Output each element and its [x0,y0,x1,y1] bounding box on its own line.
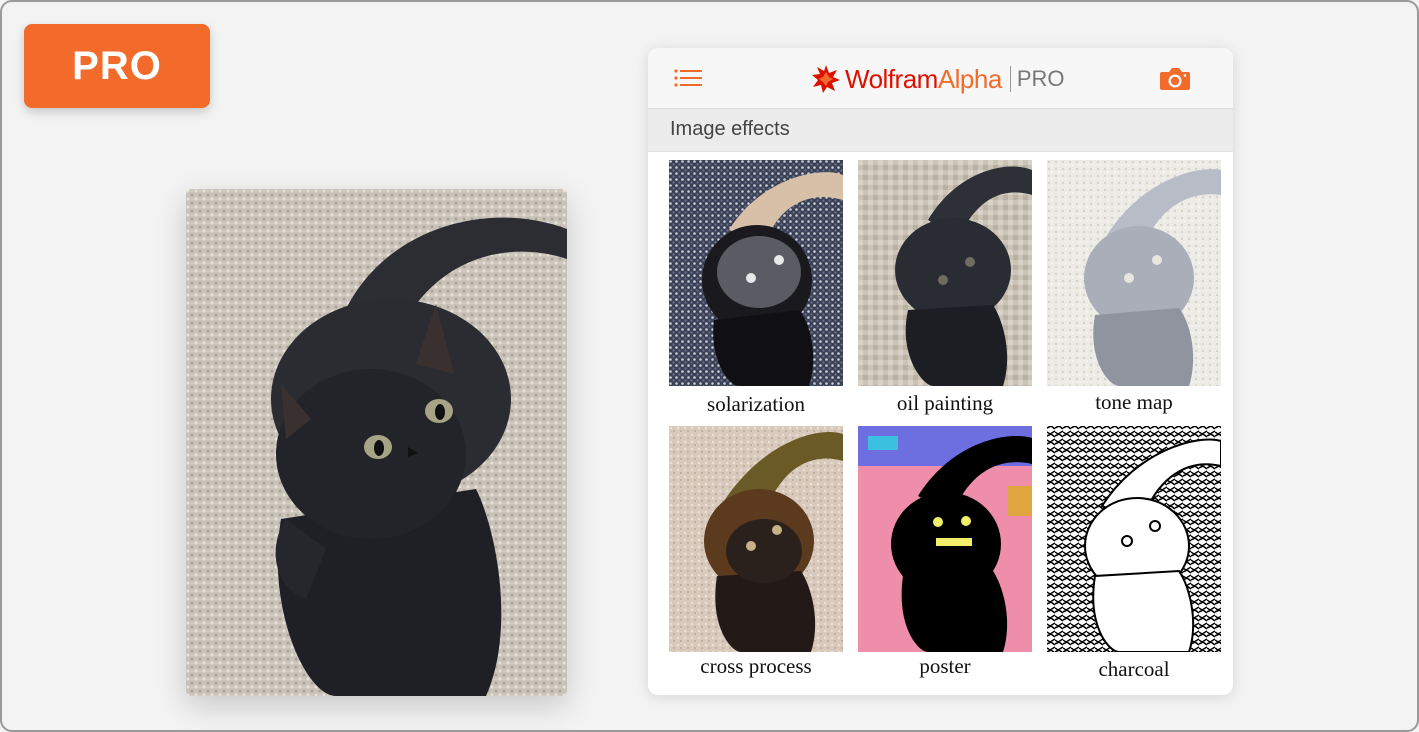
effect-label-tone-map: tone map [1095,390,1173,414]
effect-label-poster: poster [919,654,971,678]
effect-thumbnail-poster[interactable] [858,426,1032,652]
app-header: WolframAlpha PRO [648,48,1233,109]
pro-badge-label: PRO [72,43,162,88]
logo-divider [1009,66,1011,92]
menu-icon[interactable] [674,68,704,88]
logo-word-wolfram: Wolfram [845,63,938,94]
effect-label-solarization: solarization [707,392,805,416]
section-header: Image effects [648,109,1233,152]
effect-label-cross-process: cross process [700,654,812,678]
effect-thumbnail-charcoal[interactable] [1047,426,1221,652]
section-title: Image effects [670,118,790,140]
effect-thumbnail-cross-process[interactable] [669,426,843,652]
effect-label-oil-painting: oil painting [896,391,994,415]
wolfram-spikey-icon [812,65,840,93]
kitten-photo [186,189,567,696]
app-panel: WolframAlpha PRO Image effects solarizat… [648,48,1233,695]
wolframalpha-logo: WolframAlpha PRO [811,62,1065,96]
pro-badge: PRO [24,24,210,108]
effect-thumbnail-tone-map[interactable] [1047,160,1221,386]
effect-thumbnail-oil-painting[interactable] [858,160,1032,386]
logo-pro-suffix: PRO [1016,66,1065,91]
effect-thumbnail-solarization[interactable] [669,160,843,386]
effect-label-charcoal: charcoal [1098,657,1170,681]
camera-icon[interactable] [1159,66,1191,92]
logo-text: WolframAlpha [845,64,1002,95]
logo-word-alpha: Alpha [937,63,1003,94]
